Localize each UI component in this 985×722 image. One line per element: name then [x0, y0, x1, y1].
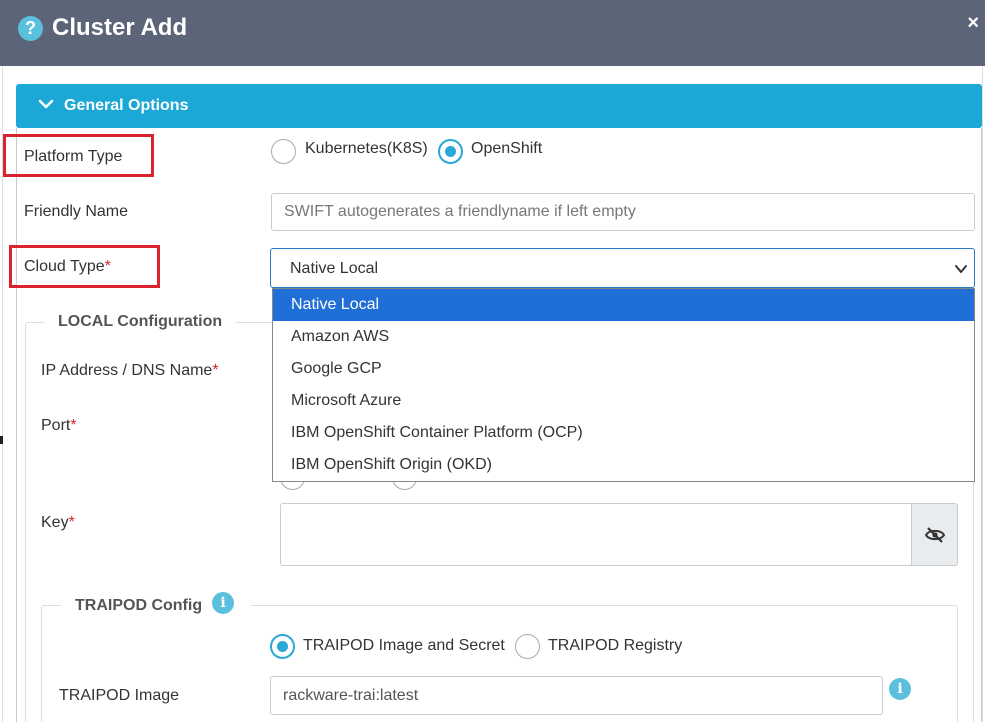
key-input[interactable]	[280, 503, 912, 566]
radio-kubernetes[interactable]	[271, 139, 296, 164]
radio-kubernetes-label: Kubernetes(K8S)	[305, 140, 428, 157]
eye-slash-icon	[925, 527, 945, 543]
radio-traipod-registry-label: TRAIPOD Registry	[548, 637, 683, 654]
local-config-legend: LOCAL Configuration	[44, 313, 237, 331]
cloud-type-dropdown: Native Local Amazon AWS Google GCP Micro…	[272, 288, 975, 482]
platform-type-label: Platform Type	[24, 148, 123, 165]
close-icon[interactable]: ×	[967, 12, 979, 35]
friendly-name-input[interactable]	[271, 193, 975, 231]
ip-address-label: IP Address / DNS Name*	[41, 362, 219, 379]
traipod-image-label: TRAIPOD Image	[59, 687, 180, 704]
edge-mark	[0, 436, 3, 444]
chevron-down-icon	[955, 265, 967, 273]
cloud-type-label: Cloud Type*	[24, 258, 111, 275]
cloud-type-option-native-local[interactable]: Native Local	[273, 289, 974, 321]
radio-traipod-image-secret[interactable]	[270, 634, 295, 659]
radio-traipod-registry[interactable]	[515, 634, 540, 659]
cloud-type-select[interactable]: Native Local	[270, 248, 975, 288]
general-options-header[interactable]: General Options	[16, 84, 982, 128]
radio-traipod-image-secret-label: TRAIPOD Image and Secret	[303, 637, 505, 654]
friendly-name-label: Friendly Name	[24, 203, 129, 220]
modal-titlebar: ? Cluster Add ×	[0, 0, 985, 66]
modal-title: Cluster Add	[52, 14, 188, 41]
traipod-config-legend: TRAIPOD Config	[75, 597, 203, 614]
cloud-type-selected-value: Native Local	[290, 260, 379, 277]
key-label: Key*	[41, 514, 75, 531]
toggle-key-visibility-button[interactable]	[911, 503, 958, 566]
section-title: General Options	[64, 97, 189, 114]
traipod-image-input[interactable]	[270, 676, 883, 715]
info-circle-icon[interactable]: i	[212, 592, 234, 614]
info-circle-icon[interactable]: i	[889, 678, 911, 700]
cloud-type-option-google-gcp[interactable]: Google GCP	[273, 353, 974, 385]
port-label: Port*	[41, 417, 77, 434]
cloud-type-option-microsoft-azure[interactable]: Microsoft Azure	[273, 385, 974, 417]
cloud-type-option-amazon-aws[interactable]: Amazon AWS	[273, 321, 974, 353]
cloud-type-option-ibm-ocp[interactable]: IBM OpenShift Container Platform (OCP)	[273, 417, 974, 449]
question-circle-icon: ?	[18, 16, 43, 41]
radio-openshift-label: OpenShift	[471, 140, 543, 157]
radio-openshift[interactable]	[438, 139, 463, 164]
cloud-type-option-ibm-okd[interactable]: IBM OpenShift Origin (OKD)	[273, 449, 974, 481]
chevron-down-icon	[38, 99, 54, 109]
